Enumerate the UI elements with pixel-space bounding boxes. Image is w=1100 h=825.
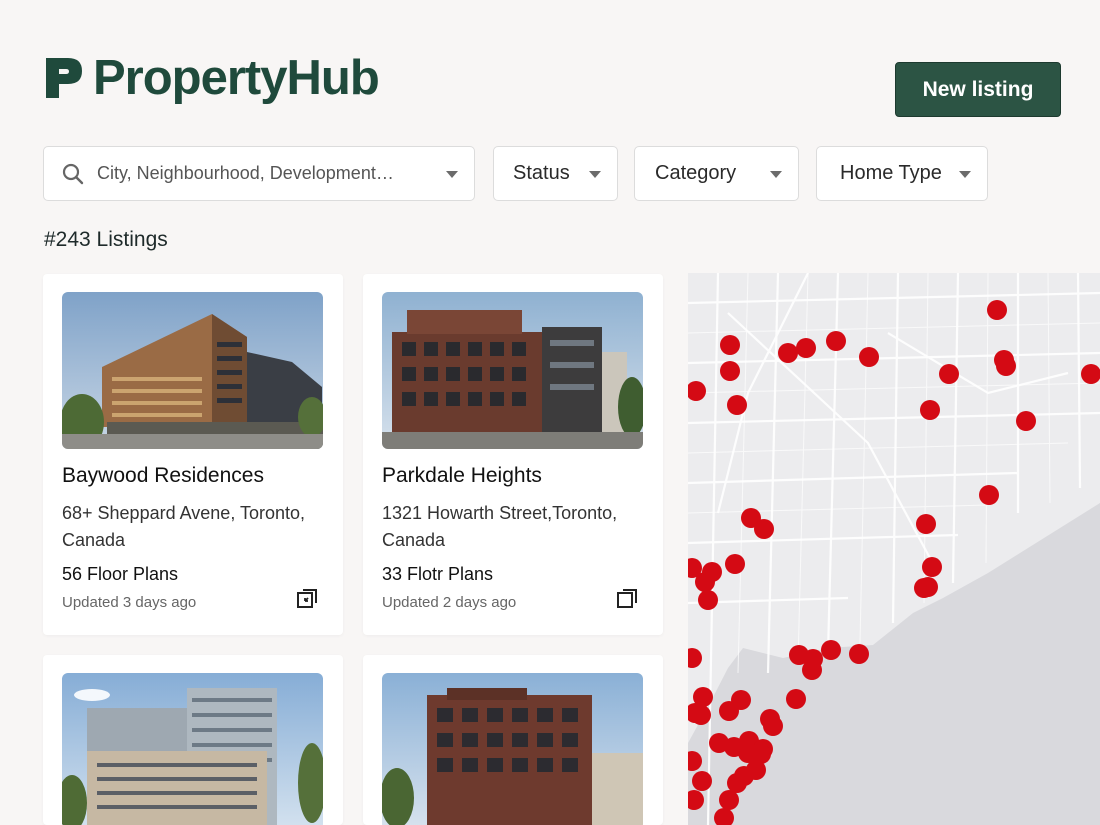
map-marker-icon[interactable]	[996, 356, 1016, 376]
map-marker-icon[interactable]	[720, 335, 740, 355]
map-marker-icon[interactable]	[786, 689, 806, 709]
status-filter-label: Status	[513, 162, 570, 184]
search-icon	[62, 163, 84, 184]
chevron-down-icon	[589, 171, 601, 178]
chevron-down-icon	[959, 171, 971, 178]
map-marker-icon[interactable]	[939, 364, 959, 384]
search-input[interactable]	[97, 163, 419, 184]
map-marker-icon[interactable]	[920, 400, 940, 420]
map-marker-icon[interactable]	[778, 343, 798, 363]
home-type-filter[interactable]: Home Type	[816, 146, 988, 201]
map-marker-icon[interactable]	[859, 347, 879, 367]
listing-name[interactable]: Baywood Residences	[62, 464, 264, 488]
map-marker-icon[interactable]	[979, 485, 999, 505]
listing-card[interactable]	[363, 655, 663, 825]
map-marker-icon[interactable]	[719, 701, 739, 721]
map-marker-icon[interactable]	[691, 705, 711, 725]
status-filter[interactable]: Status	[493, 146, 618, 201]
brand-name: PropertyHub	[93, 51, 380, 105]
map-marker-icon[interactable]	[725, 554, 745, 574]
map-marker-icon[interactable]	[916, 514, 936, 534]
map-marker-icon[interactable]	[796, 338, 816, 358]
map-marker-icon[interactable]	[695, 572, 715, 592]
listing-name[interactable]: Parkdale Heights	[382, 464, 542, 488]
map-marker-icon[interactable]	[763, 716, 783, 736]
listing-photo[interactable]	[382, 673, 643, 825]
listing-updated: Updated 3 days ago	[62, 594, 197, 611]
map-marker-icon[interactable]	[922, 557, 942, 577]
listing-address: 68+ Sheppard Avene, Toronto, Canada	[62, 503, 306, 550]
home-type-filter-label: Home Type	[840, 162, 942, 184]
listing-photo[interactable]	[62, 673, 323, 825]
open-external-icon[interactable]	[615, 587, 639, 611]
category-filter-label: Category	[655, 162, 737, 184]
logo-p-icon	[46, 58, 82, 98]
chevron-down-icon[interactable]	[446, 171, 458, 178]
map-marker-icon[interactable]	[826, 331, 846, 351]
map-marker-icon[interactable]	[1016, 411, 1036, 431]
new-listing-button[interactable]: New listing	[895, 62, 1061, 117]
listing-floor-plans: 56 Floor Plans	[62, 564, 179, 584]
map-marker-icon[interactable]	[802, 660, 822, 680]
map-marker-icon[interactable]	[914, 578, 934, 598]
search-bar[interactable]	[43, 146, 475, 201]
listings-count: #243 Listings	[44, 228, 168, 251]
listing-floor-plans: 33 Flotr Plans	[382, 564, 494, 584]
map-marker-icon[interactable]	[849, 644, 869, 664]
listings-map[interactable]	[688, 273, 1100, 825]
map-marker-icon[interactable]	[698, 590, 718, 610]
map-marker-icon[interactable]	[727, 395, 747, 415]
listing-card[interactable]: Baywood Residences 68+ Sheppard Avene, T…	[43, 274, 343, 635]
listing-updated: Updated 2 days ago	[382, 594, 517, 611]
map-marker-icon[interactable]	[738, 743, 758, 763]
map-marker-icon[interactable]	[727, 773, 747, 793]
chevron-down-icon	[770, 171, 782, 178]
map-marker-icon[interactable]	[821, 640, 841, 660]
map-marker-icon[interactable]	[719, 790, 739, 810]
listing-photo[interactable]	[382, 292, 643, 449]
listing-photo[interactable]	[62, 292, 323, 449]
map-marker-icon[interactable]	[987, 300, 1007, 320]
listing-card[interactable]	[43, 655, 343, 825]
category-filter[interactable]: Category	[634, 146, 799, 201]
open-external-icon[interactable]	[295, 587, 319, 611]
map-marker-icon[interactable]	[720, 361, 740, 381]
map-marker-icon[interactable]	[692, 771, 712, 791]
listing-card[interactable]: Parkdale Heights 1321 Howarth Street,Tor…	[363, 274, 663, 635]
brand-logo[interactable]: PropertyHub	[44, 50, 380, 106]
map-marker-icon[interactable]	[754, 519, 774, 539]
listing-address: 1321 Howarth Street,Toronto, Canada	[382, 503, 618, 550]
